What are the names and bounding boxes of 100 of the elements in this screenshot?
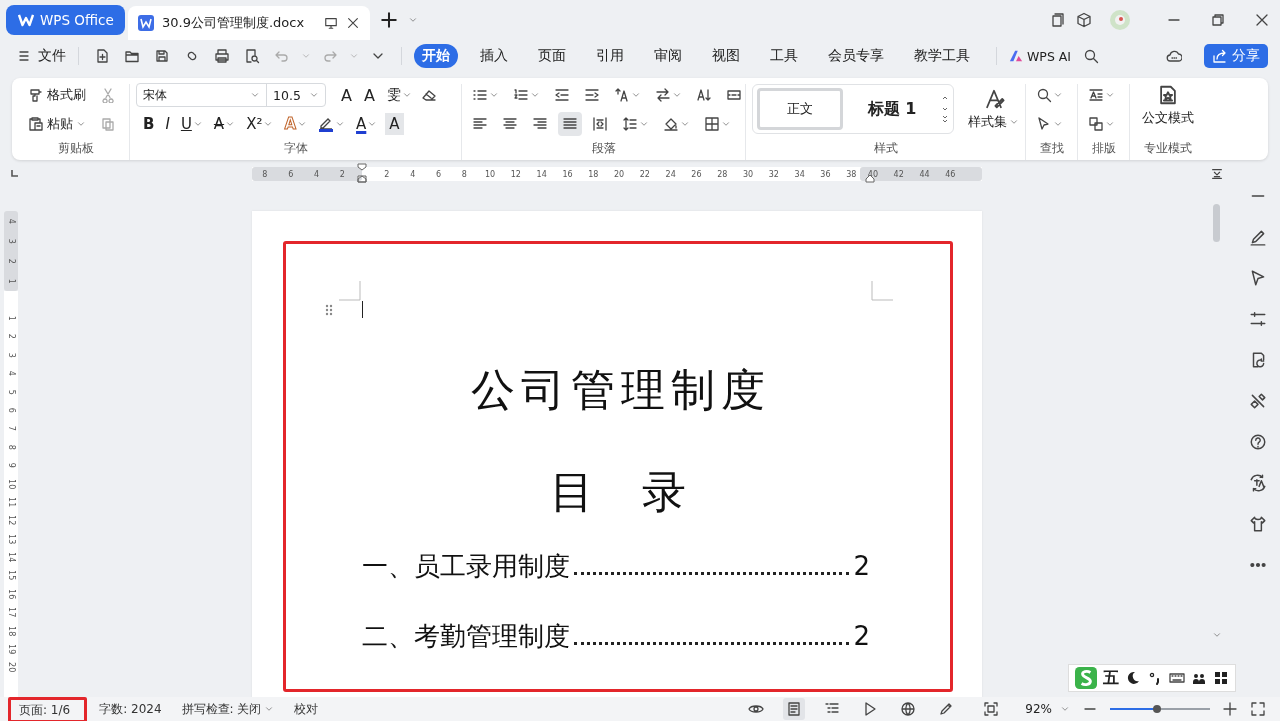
style-item[interactable]: 标题 1 [849, 88, 935, 130]
ruler-number: 8 [460, 169, 468, 179]
page-count[interactable]: 页面: 1/6 [8, 697, 88, 721]
ruler-number: 46 [944, 169, 957, 179]
group-label: 排版 [1090, 140, 1117, 157]
ruler-number: 22 [638, 169, 651, 179]
ruler-number: 4 [6, 370, 18, 376]
ruler-number: 24 [664, 169, 677, 179]
ruler-number: 44 [918, 169, 931, 179]
ruler-number: 19 [6, 644, 18, 655]
font-name-dropdown[interactable]: 宋体 [137, 84, 267, 106]
ruler-number: 17 [6, 607, 18, 618]
ribbon-tab[interactable]: 引用 [588, 44, 632, 68]
group-label: 查找 [1038, 140, 1065, 157]
ribbon-tab[interactable]: 插入 [472, 44, 516, 68]
ruler-number: 20 [612, 169, 626, 179]
official-document-button[interactable]: 公文模式 [1142, 84, 1194, 127]
font-color-button[interactable]: A [353, 113, 381, 135]
file-menu[interactable]: 文件 [16, 47, 66, 65]
ruler-number: 28 [716, 169, 729, 179]
superscript-button[interactable]: X² [243, 113, 277, 135]
document-tab-title: 30.9公司管理制度.docx [162, 14, 306, 32]
group-label: 段落 [590, 140, 617, 157]
grow-font-button[interactable]: A [338, 84, 355, 106]
ruler-number: 10 [6, 478, 18, 489]
ruler-number: 15 [6, 570, 18, 581]
group-label: 样式 [872, 140, 899, 157]
toc-page-number: 2 [853, 550, 870, 583]
word-count[interactable]: 字数: 2024 [99, 700, 162, 718]
bold-button[interactable]: B [140, 113, 158, 135]
ruler-number: 10 [484, 169, 497, 179]
ruler-number: 2 [6, 258, 18, 264]
share-button[interactable]: 分享 [1204, 44, 1268, 68]
phonetic-guide-button[interactable]: 雯 [383, 84, 415, 106]
ruler-number: 34 [793, 169, 806, 179]
document-tab[interactable]: 30.9公司管理制度.docx [128, 6, 370, 40]
ruler-number: 18 [6, 625, 18, 636]
ruler-number: 2 [383, 169, 391, 179]
ruler-number: 16 [6, 588, 18, 600]
ribbon-tab[interactable]: 页面 [530, 44, 574, 68]
document-title: 公司管理制度 [470, 363, 772, 417]
ruler-number: 38 [845, 169, 858, 179]
ruler-number: 12 [6, 515, 18, 526]
ruler-number: 32 [767, 169, 780, 179]
ruler-number: 9 [6, 462, 18, 468]
format-painter-button[interactable]: 格式刷 [28, 86, 86, 104]
ruler-number: 4 [409, 169, 417, 179]
group-label: 字体 [282, 140, 309, 157]
ruler-number: 8 [261, 169, 269, 179]
toc-entry[interactable]: 一、员工录用制度 [362, 542, 570, 590]
ruler-number: 30 [741, 169, 755, 179]
group-label: 专业模式 [1143, 140, 1193, 157]
ruler-number: 26 [690, 169, 703, 179]
ruler-number: 20 [6, 662, 18, 673]
zoom-level-dropdown[interactable]: 92% [1025, 702, 1070, 716]
ribbon-tab[interactable]: 工具 [762, 44, 806, 68]
spell-check-toggle[interactable]: 拼写检查: 关闭 [181, 700, 275, 718]
ruler-number: 1 [6, 278, 18, 284]
ribbon-tab[interactable]: 视图 [704, 44, 748, 68]
ai-button[interactable]: WPS AI [1009, 48, 1072, 64]
ruler-number: 42 [892, 169, 905, 179]
ruler-number: 3 [6, 352, 18, 358]
style-item[interactable]: 正文 [757, 88, 843, 130]
font-size-dropdown[interactable]: 10.5 [267, 84, 325, 106]
toc-entry[interactable]: 二、考勤管理制度 [362, 612, 570, 660]
ruler-number: 12 [509, 169, 522, 179]
toc-page-number: 2 [853, 620, 870, 653]
input-mode-label[interactable]: 五 [1103, 667, 1119, 689]
ribbon-tab[interactable]: 开始 [414, 44, 458, 68]
shrink-font-button[interactable]: A [360, 84, 378, 106]
ruler-number: 13 [6, 533, 18, 544]
ruler-number: 2 [338, 169, 346, 179]
text-effect-button[interactable]: A [281, 113, 311, 135]
ruler-number: 4 [6, 218, 18, 224]
ruler-number: 14 [535, 169, 548, 179]
underline-button[interactable]: U [177, 113, 206, 135]
ruler-number: 2 [6, 334, 18, 340]
ruler-number: 14 [6, 552, 18, 563]
ruler-number: 36 [819, 169, 832, 179]
style-set-button[interactable]: 样式集 [968, 87, 1019, 131]
ruler-number: 6 [287, 169, 295, 179]
ribbon-tab[interactable]: 会员专享 [820, 44, 892, 68]
ruler-number: 16 [561, 169, 574, 179]
home-tab[interactable]: WPS Office [6, 5, 125, 35]
ruler-number: 6 [434, 169, 443, 179]
ruler-number: 5 [6, 389, 18, 395]
strikethrough-button[interactable]: A [210, 113, 239, 135]
group-label: 剪贴板 [56, 140, 95, 157]
ribbon-tab[interactable]: 教学工具 [906, 44, 978, 68]
ruler-number: 8 [6, 444, 18, 450]
paste-button[interactable]: 粘贴 [28, 115, 86, 133]
ruler-number: 3 [6, 238, 18, 244]
proofread-button[interactable]: 校对 [294, 700, 319, 718]
toc-heading: 目 [550, 465, 594, 519]
character-shading-button[interactable]: A [385, 113, 404, 135]
italic-button[interactable]: I [162, 113, 173, 135]
toc-heading: 录 [642, 465, 686, 519]
ribbon-tab[interactable]: 审阅 [646, 44, 690, 68]
ruler-number: 18 [587, 169, 600, 179]
ruler-number: 6 [6, 407, 18, 413]
